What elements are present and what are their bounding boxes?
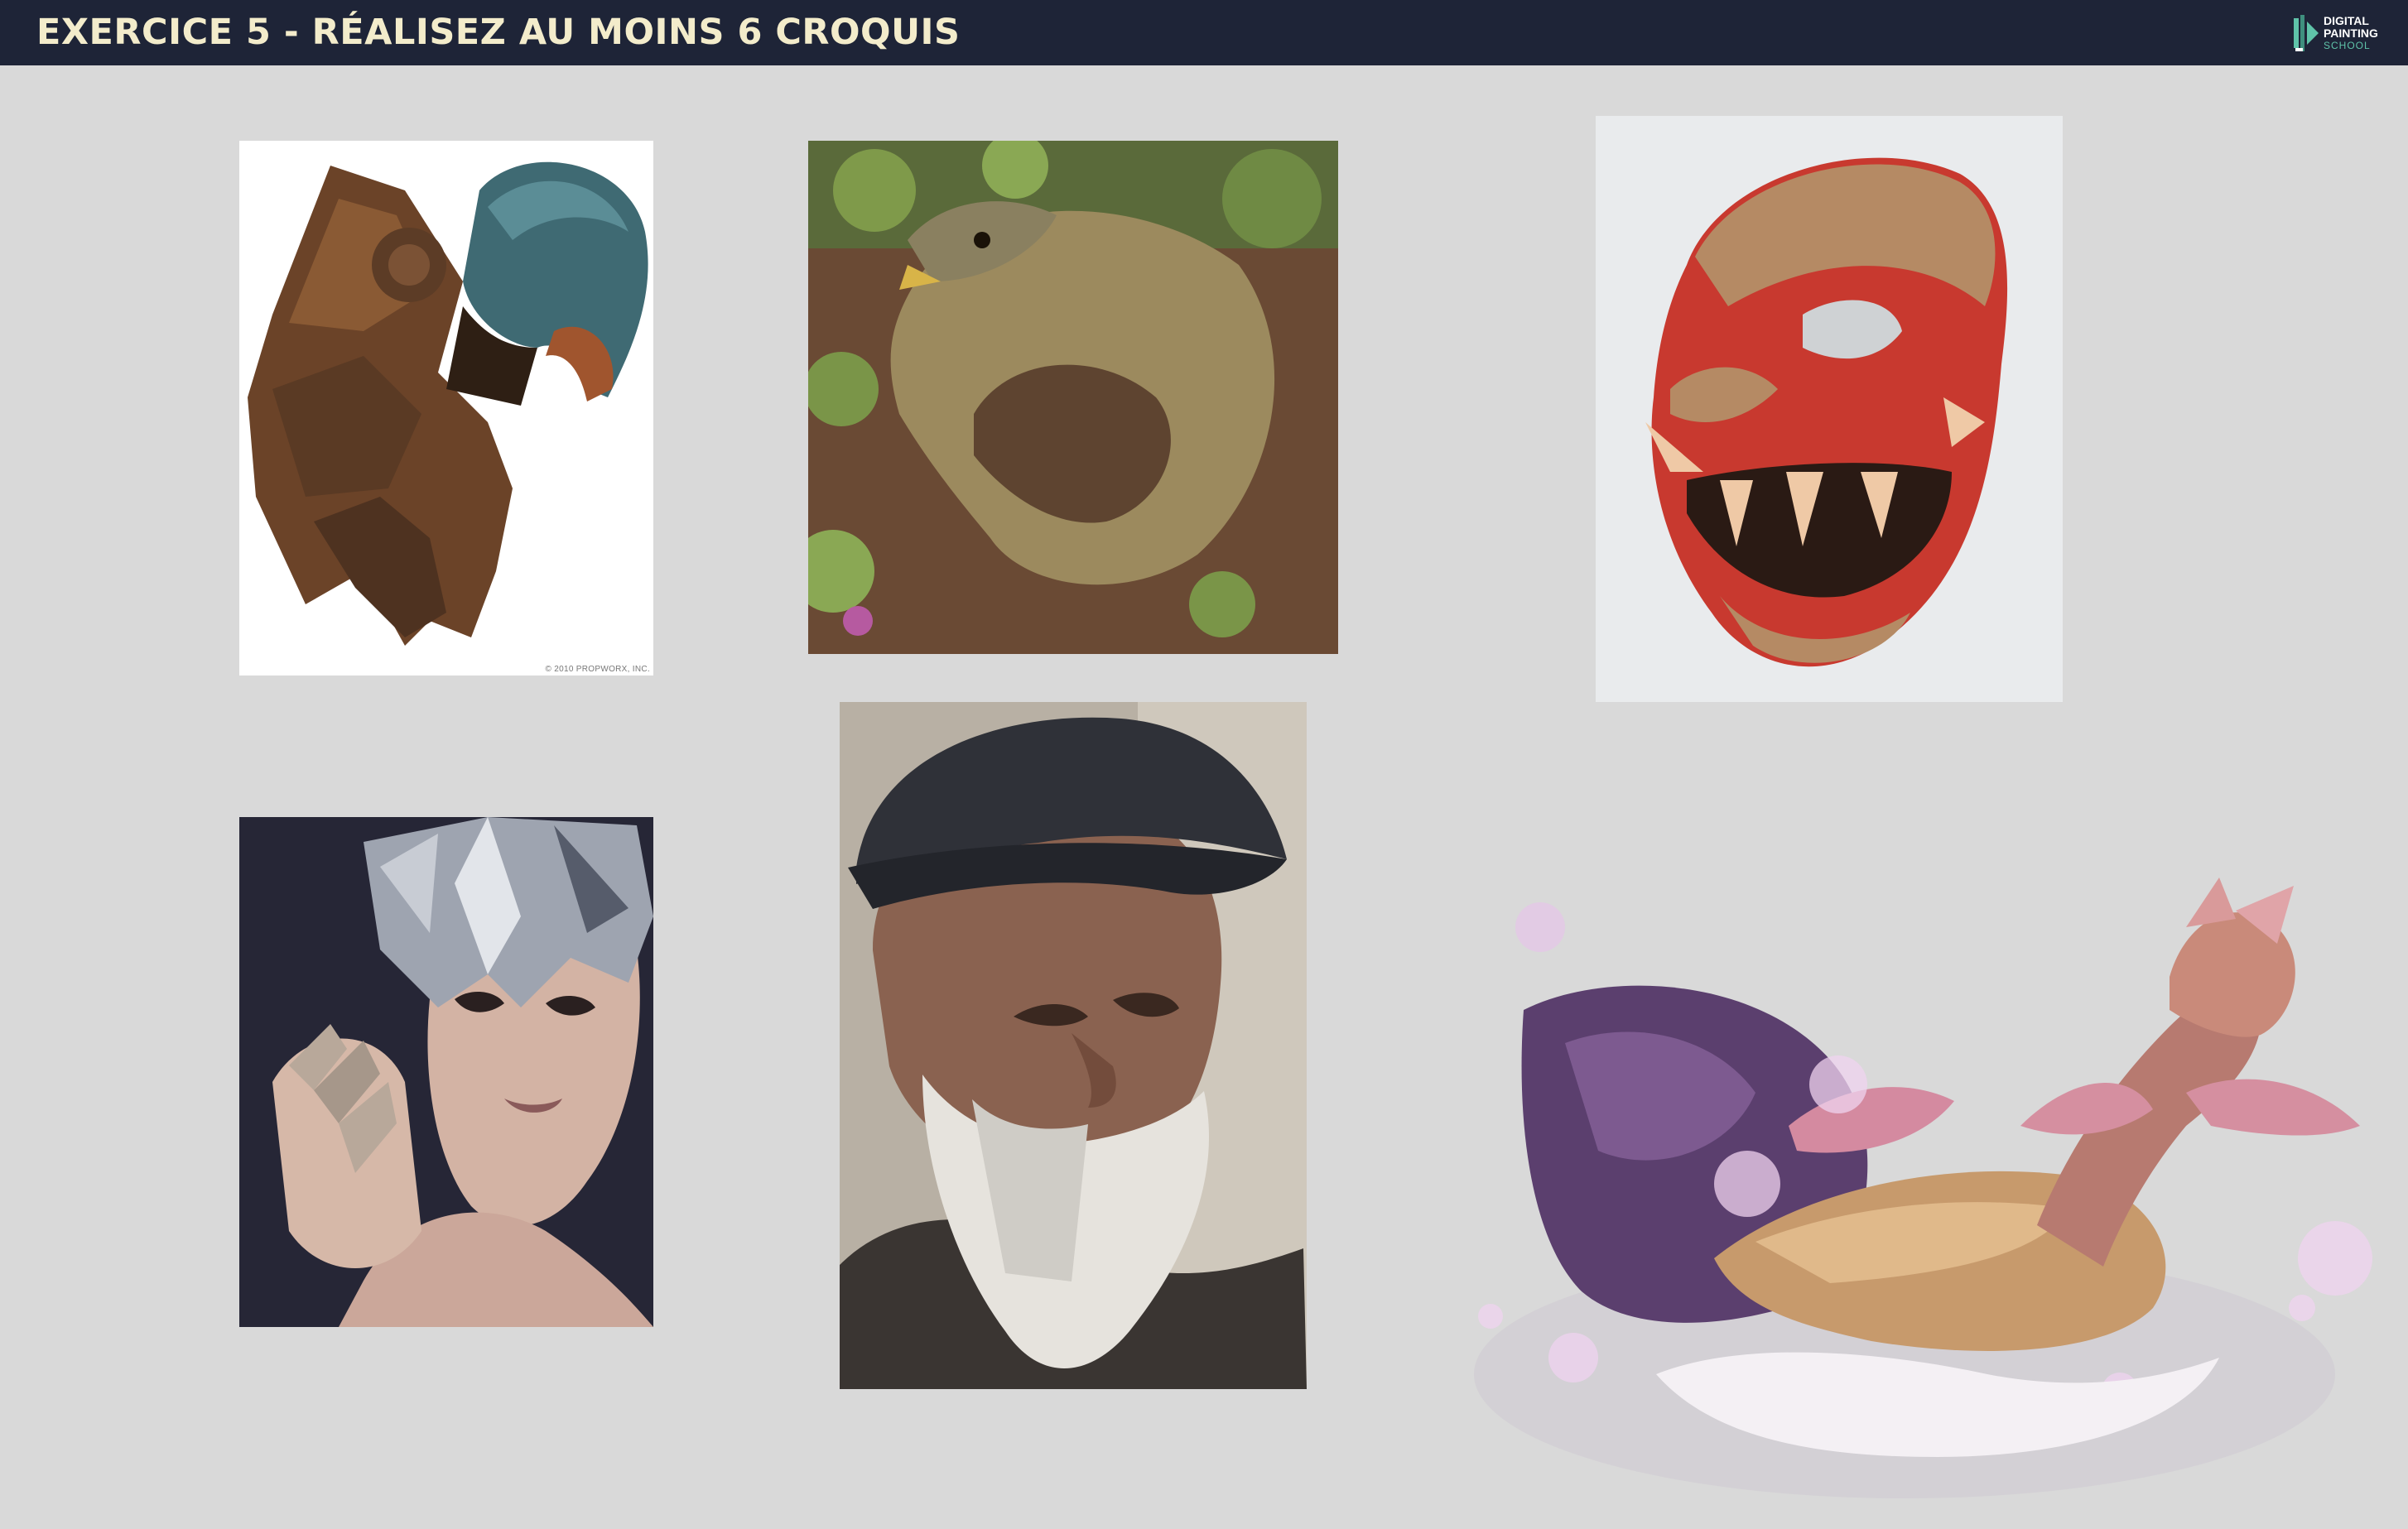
logo-line-1: DIGITAL <box>2324 14 2369 27</box>
digital-painting-school-logo: DIGITAL PAINTING SCHOOL <box>2292 12 2393 55</box>
oni-mask-photo <box>1596 116 2063 702</box>
reference-image-armadillo-lizard <box>808 141 1338 654</box>
reference-image-water-dragon <box>1441 877 2381 1507</box>
bird-helmet-illustration <box>239 141 653 676</box>
page-title: EXERCICE 5 - RÉALISEZ AU MOINS 6 CROQUIS <box>36 12 961 53</box>
reference-image-old-man-portrait <box>840 702 1307 1389</box>
header-bar: EXERCICE 5 - RÉALISEZ AU MOINS 6 CROQUIS… <box>0 0 2408 65</box>
armadillo-lizard-photo <box>808 141 1338 654</box>
brush-logo-icon <box>2294 15 2319 51</box>
reference-image-oni-mask <box>1596 116 2063 702</box>
reference-image-mirror-mask-woman <box>239 817 653 1327</box>
reference-image-bird-helmet: © 2010 PROPWORX, INC. <box>239 141 653 676</box>
mirror-mask-woman-photo <box>239 817 653 1327</box>
logo-line-3: SCHOOL <box>2324 40 2371 51</box>
water-dragon-illustration <box>1474 877 2372 1498</box>
old-man-portrait-photo <box>840 702 1307 1389</box>
logo-line-2: PAINTING <box>2324 26 2378 40</box>
image-copyright-caption: © 2010 PROPWORX, INC. <box>545 665 650 674</box>
